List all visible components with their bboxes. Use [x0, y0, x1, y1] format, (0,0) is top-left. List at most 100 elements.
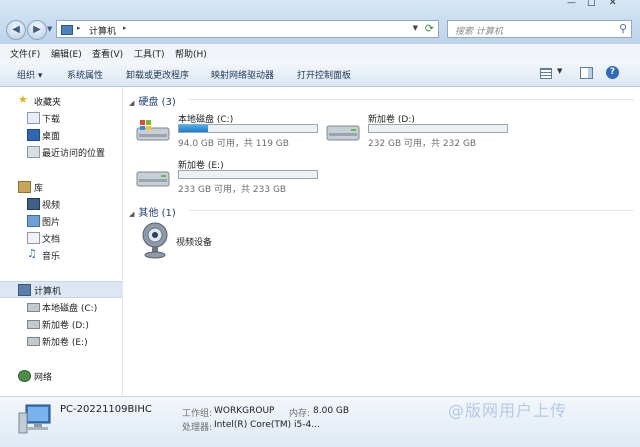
drive-icon [27, 337, 40, 346]
address-path[interactable]: ▸ 计算机 ▸ ▼ ⟳ [56, 20, 439, 38]
drive-size-text: 233 GB 可用，共 233 GB [178, 185, 287, 195]
search-placeholder: 搜索 计算机 [455, 27, 503, 37]
sidebar-item-label: 音乐 [42, 252, 61, 262]
navigation-pane: ★ 收藏夹 下载 桌面 最近访问的位置 库 视频 图片 文档 ♫ 音乐 计算机 … [0, 87, 123, 396]
group-header-other[interactable]: ◢ 其他 (1) [129, 204, 634, 219]
group-divider [189, 210, 634, 211]
network-icon [18, 370, 31, 382]
back-button[interactable]: ◀ [6, 20, 26, 40]
sidebar-item-label: 网络 [34, 373, 53, 383]
computer-name: PC-20221109BIHC [60, 404, 152, 415]
preview-pane-icon[interactable] [580, 67, 593, 79]
drive-usage-bar [368, 124, 508, 133]
path-separator-icon[interactable]: ▸ [123, 24, 127, 32]
drive-tile-e[interactable]: 新加卷 (E:) 233 GB 可用，共 233 GB [136, 158, 326, 196]
group-header-hard-disks[interactable]: ◢ 硬盘 (3) [129, 93, 634, 108]
computer-icon [18, 284, 31, 296]
drive-usage-bar [178, 124, 318, 133]
search-icon[interactable]: ⚲ [619, 22, 627, 35]
computer-icon [61, 25, 73, 35]
memory-value: 8.00 GB [313, 406, 350, 416]
workgroup-value: WORKGROUP [214, 406, 275, 416]
sidebar-item-drive-d[interactable]: 新加卷 (D:) [0, 316, 122, 331]
sidebar-item-label: 图片 [42, 218, 61, 228]
close-button[interactable]: ✕ [609, 0, 617, 8]
processor-label: 处理器: [182, 423, 213, 433]
menu-file[interactable]: 文件(F) [10, 47, 40, 60]
history-dropdown-icon[interactable]: ▼ [47, 25, 52, 33]
open-control-panel-button[interactable]: 打开控制面板 [297, 68, 351, 81]
webcam-label[interactable]: 视频设备 [176, 235, 212, 248]
organize-button[interactable]: 组织 ▾ [17, 68, 42, 81]
downloads-folder-icon [27, 112, 40, 124]
sidebar-item-libraries[interactable]: 库 [0, 179, 122, 194]
minimize-button[interactable]: — [567, 0, 576, 8]
desktop-icon [27, 129, 40, 141]
drive-usage-bar [178, 170, 318, 179]
sidebar-item-label: 视频 [42, 201, 61, 211]
sidebar-item-label: 本地磁盘 (C:) [42, 304, 98, 314]
group-divider [189, 99, 634, 100]
address-bar-area: — □ ✕ ◀ ▶ ▼ ▸ 计算机 ▸ ▼ ⟳ 搜索 计算机 ⚲ [0, 0, 640, 44]
drive-icon [326, 125, 360, 141]
recent-places-icon [27, 146, 40, 158]
music-icon: ♫ [27, 247, 37, 260]
view-dropdown-icon[interactable]: ▼ [557, 67, 562, 75]
memory-label: 内存: [289, 409, 311, 419]
sidebar-item-downloads[interactable]: 下载 [0, 110, 122, 125]
menu-view[interactable]: 查看(V) [92, 47, 123, 60]
drive-tile-d[interactable]: 新加卷 (D:) 232 GB 可用，共 232 GB [326, 112, 516, 150]
sidebar-item-drive-c[interactable]: 本地磁盘 (C:) [0, 299, 122, 314]
path-separator-icon[interactable]: ▸ [77, 24, 81, 32]
sidebar-item-pictures[interactable]: 图片 [0, 213, 122, 228]
windows-drive-icon [136, 120, 170, 141]
sidebar-item-documents[interactable]: 文档 [0, 230, 122, 245]
path-dropdown-icon[interactable]: ▼ [413, 24, 418, 32]
breadcrumb-computer[interactable]: 计算机 [89, 24, 116, 37]
sidebar-item-music[interactable]: ♫ 音乐 [0, 247, 122, 262]
sidebar-item-desktop[interactable]: 桌面 [0, 127, 122, 142]
sidebar-item-label: 桌面 [42, 132, 61, 142]
document-icon [27, 232, 40, 244]
menu-edit[interactable]: 编辑(E) [51, 47, 82, 60]
sidebar-item-network[interactable]: 网络 [0, 368, 122, 383]
sidebar-item-favorites[interactable]: ★ 收藏夹 [0, 93, 122, 108]
sidebar-item-videos[interactable]: 视频 [0, 196, 122, 211]
video-icon [27, 198, 40, 210]
uninstall-program-button[interactable]: 卸载或更改程序 [126, 68, 189, 81]
menu-tools[interactable]: 工具(T) [134, 47, 165, 60]
sidebar-item-label: 新加卷 (E:) [42, 338, 88, 348]
group-title: 其他 (1) [138, 208, 176, 219]
command-bar: 组织 ▾ 系统属性 卸载或更改程序 映射网络驱动器 打开控制面板 ▼ ? [0, 61, 640, 87]
system-properties-button[interactable]: 系统属性 [67, 68, 103, 81]
drive-icon [27, 303, 40, 312]
library-icon [18, 181, 31, 193]
help-icon[interactable]: ? [606, 66, 619, 79]
menu-help[interactable]: 帮助(H) [175, 47, 207, 60]
drive-tile-c[interactable]: 本地磁盘 (C:) 94.0 GB 可用，共 119 GB [136, 112, 326, 150]
refresh-icon[interactable]: ⟳ [425, 22, 434, 35]
search-input[interactable]: 搜索 计算机 ⚲ [447, 20, 632, 38]
change-view-icon[interactable] [540, 68, 552, 79]
sidebar-item-drive-e[interactable]: 新加卷 (E:) [0, 333, 122, 348]
sidebar-item-label: 下载 [42, 115, 61, 125]
menu-bar: 文件(F) 编辑(E) 查看(V) 工具(T) 帮助(H) [0, 44, 640, 62]
forward-button[interactable]: ▶ [27, 20, 47, 40]
drive-icon [136, 171, 170, 187]
drive-size-text: 94.0 GB 可用，共 119 GB [178, 139, 289, 149]
sidebar-item-label: 计算机 [34, 287, 62, 297]
drive-usage-fill [179, 125, 208, 132]
star-icon: ★ [18, 93, 28, 106]
maximize-button[interactable]: □ [587, 0, 596, 8]
sidebar-item-label: 文档 [42, 235, 61, 245]
sidebar-item-computer[interactable]: 计算机 [0, 281, 122, 298]
sidebar-item-label: 收藏夹 [34, 98, 62, 108]
sidebar-item-label: 库 [34, 184, 44, 194]
window-controls: — □ ✕ [567, 0, 629, 14]
sidebar-item-recent[interactable]: 最近访问的位置 [0, 144, 122, 159]
watermark: @版网用户上传 [448, 401, 568, 420]
drive-icon [27, 320, 40, 329]
map-network-drive-button[interactable]: 映射网络驱动器 [211, 68, 274, 81]
content-pane: ◢ 硬盘 (3) 本地磁盘 (C:) 94.0 GB 可用，共 119 GB 新加… [123, 87, 640, 396]
webcam-icon[interactable] [140, 221, 170, 259]
